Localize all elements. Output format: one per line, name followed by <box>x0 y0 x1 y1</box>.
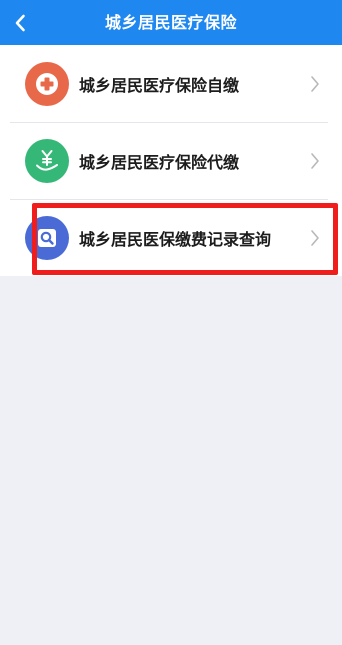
chevron-right-icon <box>311 229 319 246</box>
menu-item-label: 城乡居民医疗保险自缴 <box>79 75 240 95</box>
menu-item-payment-record-query[interactable]: 城乡居民医保缴费记录查询 <box>0 199 342 276</box>
nav-bar: 城乡居民医疗保险 <box>0 0 342 45</box>
medical-cross-icon <box>25 61 69 106</box>
chevron-right-icon <box>311 75 319 92</box>
chevron-right-icon <box>311 152 319 169</box>
page-title: 城乡居民医疗保险 <box>104 13 237 32</box>
menu-item-self-pay[interactable]: 城乡居民医疗保险自缴 <box>0 45 342 122</box>
money-hand-icon <box>25 138 69 183</box>
menu-item-label: 城乡居民医保缴费记录查询 <box>79 229 272 249</box>
menu-item-proxy-pay[interactable]: 城乡居民医疗保险代缴 <box>0 122 342 199</box>
document-search-icon <box>25 215 69 260</box>
menu-item-label: 城乡居民医疗保险代缴 <box>79 152 240 172</box>
menu-list: 城乡居民医疗保险自缴 城乡居民医疗保险代缴 城乡居民医保缴费记录查询 <box>0 45 342 276</box>
